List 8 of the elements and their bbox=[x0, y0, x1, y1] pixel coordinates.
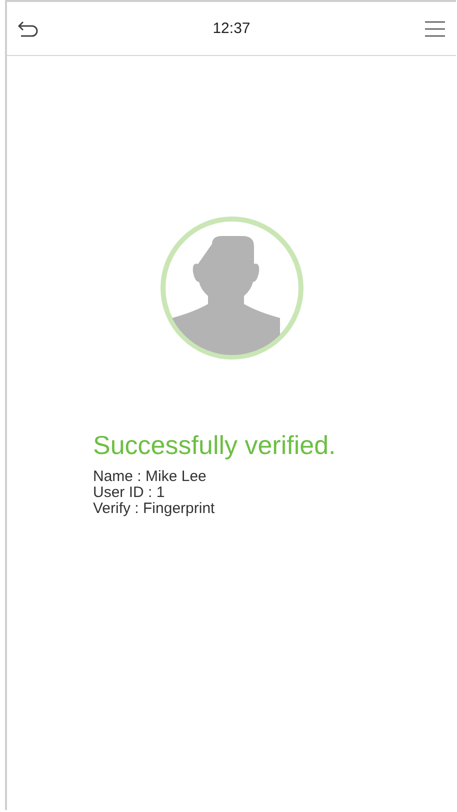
detail-text: Verify : Fingerprint bbox=[93, 501, 215, 517]
detail-text: User ID : 1 bbox=[93, 485, 165, 501]
detail-text: Name : Mike Lee bbox=[93, 469, 206, 485]
clock-time: 12:37 bbox=[212, 20, 250, 37]
menu-icon bbox=[424, 20, 446, 38]
back-icon bbox=[17, 20, 39, 38]
user-avatar-icon bbox=[158, 214, 306, 362]
success-message: Successfully verified. bbox=[93, 430, 336, 461]
